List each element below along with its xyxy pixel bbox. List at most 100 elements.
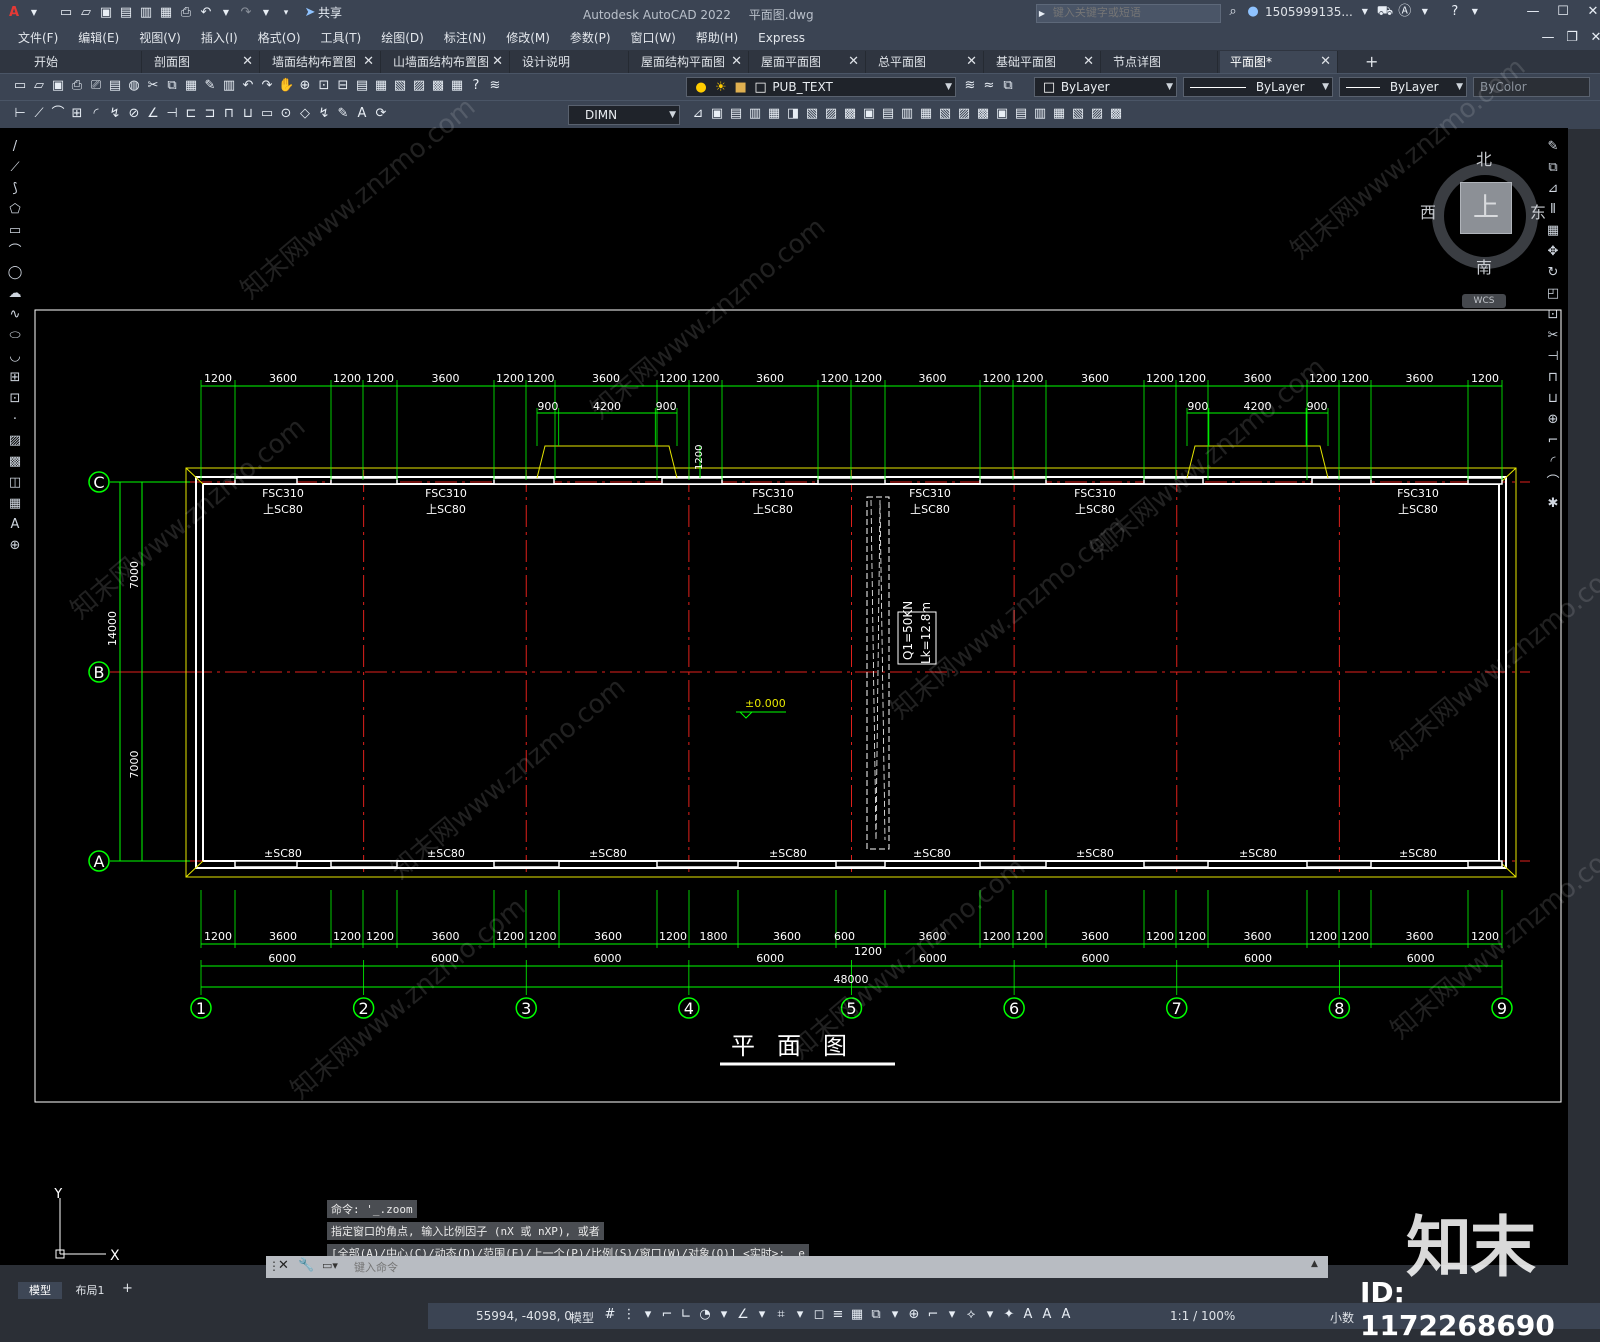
window-label: ±SC80 xyxy=(1076,847,1114,860)
wrench-icon[interactable]: 🔧 xyxy=(298,1258,314,1273)
annotation-scale[interactable]: 1:1 / 100% xyxy=(1170,1309,1235,1323)
dim-text: 1200 xyxy=(821,372,849,385)
close-icon[interactable]: ✕ xyxy=(278,1258,289,1273)
window-label: ±SC80 xyxy=(913,847,951,860)
window-label: 上SC80 xyxy=(1398,503,1438,516)
autoscale-icon[interactable]: A xyxy=(1039,1307,1055,1323)
dim-text: 1200 xyxy=(204,930,232,943)
dim-text: 1200 xyxy=(496,372,524,385)
polar-icon[interactable]: ◔ xyxy=(697,1307,713,1323)
osnap-icon[interactable]: ◻ xyxy=(811,1307,827,1323)
dim-text: 3600 xyxy=(594,930,622,943)
chevron-down-icon[interactable]: ▾ xyxy=(887,1307,903,1323)
dim-text: 1200 xyxy=(854,945,882,958)
watermark-text: 知末网www.znzmo.com xyxy=(65,412,311,625)
3d-osnap-icon[interactable]: ⊕ xyxy=(906,1307,922,1323)
dim-text: 1200 xyxy=(366,372,394,385)
window xyxy=(1311,477,1372,485)
axis-label: C xyxy=(93,473,104,492)
osnap-track-icon[interactable]: ⌗ xyxy=(773,1307,789,1323)
window-label: FSC310 xyxy=(909,487,951,500)
viewcube-south[interactable]: 南 xyxy=(1476,254,1492,278)
dim-text: 1800 xyxy=(700,930,728,943)
chevron-down-icon[interactable]: ▾ xyxy=(640,1307,656,1323)
ortho-icon[interactable]: ∟ xyxy=(678,1307,694,1323)
command-prompt-icon[interactable]: ▭▾ xyxy=(322,1259,338,1272)
window-label: FSC310 xyxy=(262,487,304,500)
sheet-border xyxy=(34,309,1562,1103)
window xyxy=(1306,860,1372,868)
annotation-visibility-icon[interactable]: A xyxy=(1020,1307,1036,1323)
dim-text: 3600 xyxy=(432,372,460,385)
dim-text: 3600 xyxy=(919,372,947,385)
dim-text: 7000 xyxy=(128,751,141,779)
window xyxy=(1143,860,1209,868)
dim-text: 1200 xyxy=(1016,930,1044,943)
command-history-line: 命令: '_.zoom xyxy=(327,1200,417,1218)
transparency-icon[interactable]: ▦ xyxy=(849,1307,865,1323)
svg-text:Y: Y xyxy=(53,1188,63,1202)
chevron-up-icon[interactable]: ▲ xyxy=(1311,1259,1318,1269)
dim-text: 3600 xyxy=(1081,930,1109,943)
gizmo-icon[interactable]: ✦ xyxy=(1001,1307,1017,1323)
window xyxy=(656,860,739,868)
chevron-down-icon[interactable]: ▾ xyxy=(944,1307,960,1323)
coordinates-readout[interactable]: 55994, -4098, 0 xyxy=(476,1309,572,1323)
annotation-scale-icon[interactable]: A xyxy=(1058,1307,1074,1323)
chevron-down-icon[interactable]: ▾ xyxy=(716,1307,732,1323)
command-input[interactable] xyxy=(352,1258,1286,1276)
dim-text: 3600 xyxy=(1081,372,1109,385)
chevron-down-icon[interactable]: ▾ xyxy=(982,1307,998,1323)
dim-text: 1200 xyxy=(694,445,705,470)
window-label: 上SC80 xyxy=(426,503,466,516)
command-history: 命令: '_.zoom 指定窗口的角点, 输入比例因子 (nX 或 nXP), … xyxy=(327,1200,809,1262)
dim-text: 1200 xyxy=(1016,372,1044,385)
selection-filter-icon[interactable]: ⟡ xyxy=(963,1307,979,1323)
window-label: FSC310 xyxy=(1074,487,1116,500)
level-label: ±0.000 xyxy=(745,697,786,710)
viewcube-top-face[interactable]: 上 xyxy=(1460,182,1512,234)
isodraft-icon[interactable]: ∠ xyxy=(735,1307,751,1323)
dim-text: 6000 xyxy=(594,952,622,965)
crane-load-label: Q1=50KN xyxy=(901,601,915,660)
window xyxy=(493,860,560,868)
add-layout-icon[interactable]: + xyxy=(122,1281,133,1296)
level-triangle xyxy=(739,711,753,719)
dim-text: 1200 xyxy=(529,930,557,943)
dim-text: 3600 xyxy=(1406,930,1434,943)
selection-cycle-icon[interactable]: ⧉ xyxy=(868,1307,884,1323)
dynamic-ucs-icon[interactable]: ⌐ xyxy=(925,1307,941,1323)
window xyxy=(330,477,398,485)
dim-text: 1200 xyxy=(1341,930,1369,943)
chevron-down-icon[interactable]: ▾ xyxy=(792,1307,808,1323)
window-label: 上SC80 xyxy=(753,503,793,516)
window-label: ±SC80 xyxy=(1399,847,1437,860)
dim-text: 14000 xyxy=(106,611,119,646)
dim-text: 6000 xyxy=(1081,952,1109,965)
tab-model[interactable]: 模型 xyxy=(18,1282,62,1299)
units-readout[interactable]: 小数 xyxy=(1330,1309,1354,1326)
tab-layout1[interactable]: 布局1 xyxy=(68,1282,112,1299)
viewcube-west[interactable]: 西 xyxy=(1420,199,1436,223)
wcs-menu[interactable]: WCS xyxy=(1462,294,1506,308)
chevron-down-icon[interactable]: ▾ xyxy=(754,1307,770,1323)
dim-text: 1200 xyxy=(983,372,1011,385)
viewcube[interactable]: 上 北 南 东 西 xyxy=(1420,150,1546,277)
model-space-button[interactable]: 模型 xyxy=(570,1309,594,1326)
lineweight-icon[interactable]: ≡ xyxy=(830,1307,846,1323)
axis-label: B xyxy=(94,663,105,682)
dim-text: 1200 xyxy=(333,372,361,385)
grid-icon[interactable]: # xyxy=(602,1307,618,1323)
window xyxy=(817,477,886,485)
snap-icon[interactable]: ⋮ xyxy=(621,1307,637,1323)
infer-icon[interactable]: ⌐ xyxy=(659,1307,675,1323)
axis-label: 6 xyxy=(1009,999,1019,1018)
window-label: ±SC80 xyxy=(1239,847,1277,860)
command-line[interactable]: ⋮ ✕ 🔧 ▭▾ ▲ xyxy=(266,1256,1328,1278)
crane-rail xyxy=(870,499,886,841)
dim-text: 900 xyxy=(537,400,558,413)
viewcube-north[interactable]: 北 xyxy=(1476,146,1492,170)
window xyxy=(493,477,555,485)
axis-label: 1 xyxy=(196,999,206,1018)
viewcube-east[interactable]: 东 xyxy=(1530,199,1546,223)
